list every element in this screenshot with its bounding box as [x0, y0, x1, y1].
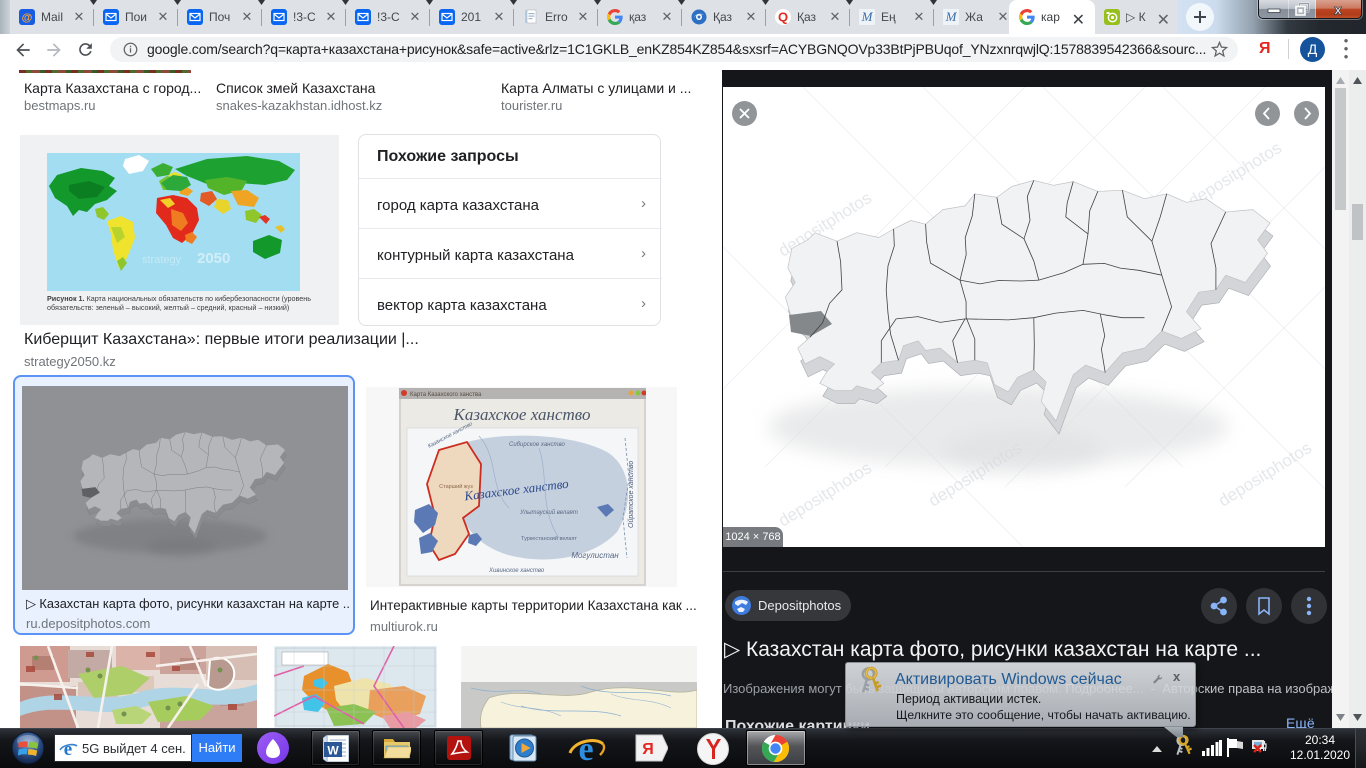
- svg-text:M: M: [945, 9, 958, 24]
- svg-text:Карта Казахского ханства: Карта Казахского ханства: [410, 392, 482, 398]
- svg-text:2050: 2050: [197, 250, 230, 267]
- svg-text:strategy: strategy: [142, 254, 182, 266]
- svg-text:Хивинское ханство: Хивинское ханство: [488, 568, 545, 574]
- svg-text:Я: Я: [642, 741, 654, 758]
- svg-text:depositphotos: depositphotos: [775, 458, 875, 530]
- svg-text:e: e: [64, 739, 72, 759]
- svg-text:W: W: [327, 744, 339, 758]
- svg-text:M: M: [861, 9, 874, 24]
- svg-text:depositphotos: depositphotos: [1215, 438, 1315, 510]
- svg-text:x: x: [1334, 2, 1342, 18]
- svg-text:Туркестанский велаят: Туркестанский велаят: [521, 535, 577, 542]
- svg-text:@: @: [22, 12, 33, 24]
- svg-text:Старший жуз: Старший жуз: [439, 483, 473, 490]
- svg-text:Q: Q: [778, 10, 788, 25]
- svg-text:Могулистан: Могулистан: [571, 551, 619, 560]
- svg-text:Сибирское ханство: Сибирское ханство: [509, 442, 565, 448]
- svg-text:Казахское ханство: Казахское ханство: [453, 405, 591, 424]
- svg-text:e: e: [578, 731, 593, 767]
